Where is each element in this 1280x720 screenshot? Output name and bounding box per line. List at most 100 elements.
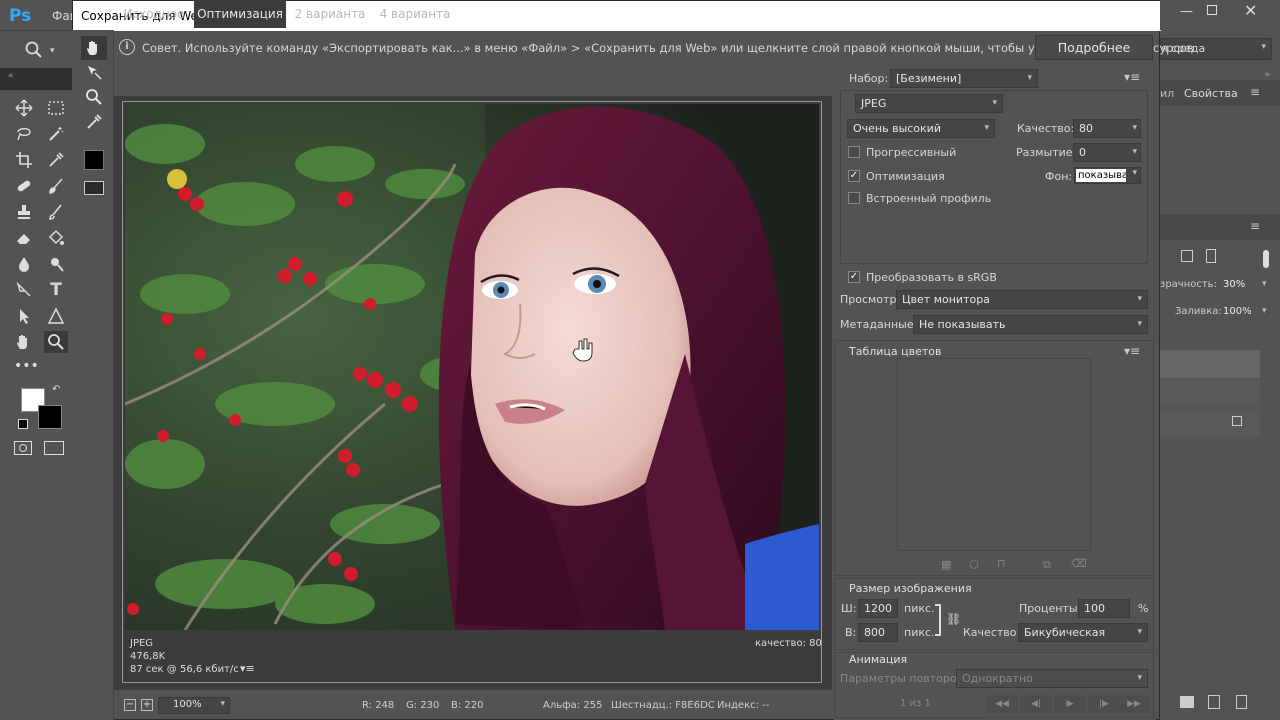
eyedropper-icon[interactable] — [44, 149, 68, 171]
optimized-checkbox[interactable]: ✓ — [848, 170, 860, 182]
trash-icon[interactable] — [1236, 695, 1247, 709]
chevron-down-icon[interactable]: ▾ — [1132, 144, 1137, 161]
preview-select[interactable]: Цвет монитора ▾ — [896, 290, 1148, 309]
link-icon[interactable]: ⛓ — [946, 612, 961, 626]
eyedropper-icon[interactable] — [81, 110, 107, 134]
prev-frame-button[interactable]: ◀| — [1020, 695, 1052, 713]
chevron-down-icon[interactable]: ▾ — [1132, 120, 1137, 137]
metadata-label: Метаданные: — [840, 318, 918, 331]
matte-select[interactable]: показыва ▾ — [1074, 167, 1141, 184]
color-table-grid[interactable] — [897, 358, 1091, 551]
height-input[interactable]: 800 — [858, 623, 898, 642]
hand-tool-icon[interactable] — [12, 331, 36, 353]
next-frame-button[interactable]: |▶ — [1088, 695, 1120, 713]
shape-tool-icon[interactable] — [44, 305, 68, 327]
format-select[interactable]: JPEG ▾ — [855, 94, 1003, 113]
path-selection-icon[interactable] — [12, 305, 36, 327]
maximize-icon[interactable] — [1207, 5, 1217, 15]
zoom-in-button[interactable]: + — [141, 699, 153, 711]
trash-icon[interactable]: ⌫ — [1071, 557, 1087, 570]
background-color-swatch[interactable] — [38, 405, 62, 429]
marquee-tool-icon[interactable] — [44, 97, 68, 119]
new-layer-icon[interactable] — [1208, 695, 1220, 709]
lock-icon[interactable]: ⊓ — [997, 557, 1006, 570]
fill-value[interactable]: 100% — [1223, 306, 1252, 317]
zoom-select[interactable]: 100% ▾ — [158, 697, 230, 714]
percent-input[interactable]: 100 — [1078, 599, 1130, 618]
resample-select[interactable]: Бикубическая ▾ — [1018, 623, 1148, 642]
quality-input[interactable]: 80 ▾ — [1073, 119, 1141, 138]
close-icon[interactable]: ✕ — [1244, 1, 1257, 20]
chevron-down-icon[interactable]: ▾ — [1262, 306, 1267, 316]
metadata-select[interactable]: Не показывать ▾ — [913, 315, 1148, 334]
tab-optimized[interactable]: Оптимизация — [194, 0, 286, 28]
collapse-arrows-icon[interactable]: « — [8, 71, 14, 81]
healing-brush-icon[interactable] — [12, 175, 36, 197]
chevron-down-icon[interactable]: ▾ — [1262, 279, 1267, 289]
chevron-down-icon[interactable]: ▾ — [50, 46, 55, 56]
panel-tab-partial[interactable]: ил — [1160, 87, 1174, 100]
quick-mask-icon[interactable] — [14, 441, 32, 455]
width-input[interactable]: 1200 — [858, 599, 898, 618]
crop-tool-icon[interactable] — [12, 149, 36, 171]
download-speed-menu-icon[interactable]: ▾≡ — [240, 662, 255, 675]
tab-2up[interactable]: 2 варианта — [290, 0, 370, 28]
zoom-tool-icon[interactable] — [81, 85, 107, 109]
preview-image[interactable] — [125, 104, 819, 630]
play-button[interactable]: ▶ — [1054, 695, 1086, 713]
zoom-tool-option[interactable] — [24, 40, 44, 63]
web-snap-icon[interactable]: ▦ — [941, 558, 951, 571]
collapse-arrows-icon[interactable]: » — [1160, 70, 1280, 80]
swap-colors-icon[interactable]: ↶ — [52, 384, 60, 395]
quality-preset-select[interactable]: Очень высокий ▾ — [847, 119, 995, 138]
toggle-slices-icon[interactable] — [84, 181, 104, 195]
hand-tool-icon[interactable] — [81, 36, 107, 60]
layer-row-selected[interactable] — [1160, 350, 1260, 378]
icc-profile-checkbox[interactable] — [848, 192, 860, 204]
eyedropper-color-swatch[interactable] — [84, 150, 104, 170]
eraser-icon[interactable] — [12, 227, 36, 249]
color-table-menu-icon[interactable]: ▾≡ — [1124, 344, 1140, 358]
opacity-value[interactable]: 30% — [1223, 279, 1245, 290]
artboard-icon[interactable] — [1181, 250, 1193, 262]
default-colors-icon[interactable] — [18, 419, 28, 429]
tab-4up[interactable]: 4 варианта — [374, 0, 456, 28]
move-tool-icon[interactable] — [12, 97, 36, 119]
last-frame-button[interactable]: ▶▶ — [1118, 695, 1150, 713]
learn-more-button[interactable]: Подробнее — [1035, 35, 1153, 60]
layer-row[interactable] — [1160, 409, 1260, 437]
progressive-checkbox[interactable] — [848, 146, 860, 158]
brush-tool-icon[interactable] — [44, 175, 68, 197]
history-brush-icon[interactable] — [44, 201, 68, 223]
bucket-icon[interactable] — [44, 227, 68, 249]
zoom-tool-icon[interactable] — [44, 331, 68, 353]
tab-original[interactable]: Исходное — [118, 0, 190, 28]
magic-wand-icon[interactable] — [44, 123, 68, 145]
first-frame-button[interactable]: ◀◀ — [986, 695, 1018, 713]
filter-toggle-icon[interactable] — [1263, 250, 1269, 268]
screen-mode-icon[interactable] — [44, 441, 64, 455]
type-tool-icon[interactable]: T — [44, 279, 68, 301]
slice-select-icon[interactable] — [81, 60, 107, 84]
folder-icon[interactable] — [1180, 696, 1194, 708]
dodge-tool-icon[interactable] — [44, 253, 68, 275]
optimize-menu-icon[interactable]: ▾≡ — [1124, 70, 1140, 84]
more-tools-icon[interactable]: ••• — [14, 358, 39, 374]
looping-select[interactable]: Однократно ▾ — [956, 669, 1148, 688]
panel-menu-icon[interactable]: ≡ — [1250, 219, 1260, 233]
new-color-icon[interactable]: ⧉ — [1043, 558, 1051, 572]
pen-tool-icon[interactable] — [12, 279, 36, 301]
stamp-tool-icon[interactable] — [12, 201, 36, 223]
convert-srgb-checkbox[interactable]: ✓ — [848, 271, 860, 283]
zoom-out-button[interactable]: − — [124, 699, 136, 711]
panel-tab-properties[interactable]: Свойства — [1184, 87, 1238, 100]
cube-icon[interactable]: ⬡ — [969, 558, 979, 571]
lock-icon[interactable] — [1206, 249, 1216, 263]
preset-select[interactable]: [Безимени] ▾ — [890, 69, 1038, 88]
blur-tool-icon[interactable] — [12, 253, 36, 275]
layer-row[interactable] — [1160, 379, 1260, 407]
panel-menu-icon[interactable]: ≡ — [1250, 85, 1260, 99]
lasso-tool-icon[interactable] — [12, 123, 36, 145]
blur-input[interactable]: 0 ▾ — [1073, 143, 1141, 162]
minimize-icon[interactable]: — — [1180, 4, 1193, 19]
